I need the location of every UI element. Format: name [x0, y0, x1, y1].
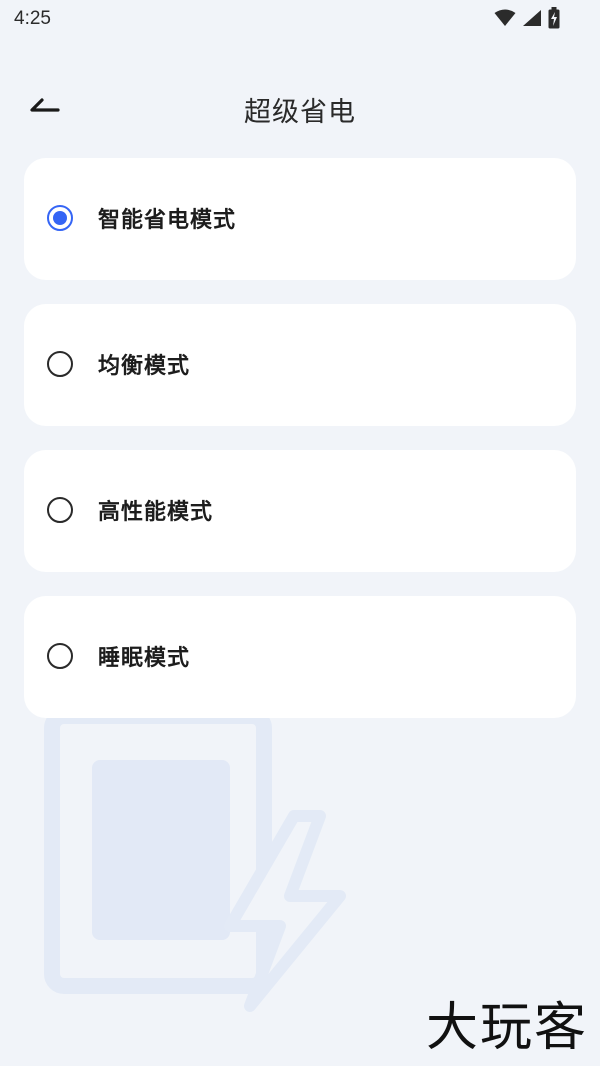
power-mode-options: 智能省电模式 均衡模式 高性能模式 睡眠模式	[24, 158, 576, 742]
battery-illustration	[44, 708, 364, 1016]
option-label: 智能省电模式	[98, 208, 237, 233]
status-bar: 4:25	[0, 0, 600, 44]
option-high-performance[interactable]: 高性能模式	[24, 450, 576, 572]
watermark: 大玩客	[425, 998, 588, 1058]
radio-unselected[interactable]	[47, 351, 73, 377]
signal-icon	[522, 9, 542, 31]
option-smart-power-saving[interactable]: 智能省电模式	[24, 158, 576, 280]
option-balanced[interactable]: 均衡模式	[24, 304, 576, 426]
status-time: 4:25	[14, 8, 51, 29]
radio-unselected[interactable]	[47, 497, 73, 523]
title-bar: 超级省电	[0, 78, 600, 136]
battery-charging-icon	[548, 7, 560, 33]
radio-unselected[interactable]	[47, 643, 73, 669]
radio-selected[interactable]	[47, 205, 73, 231]
option-sleep[interactable]: 睡眠模式	[24, 596, 576, 718]
option-label: 均衡模式	[98, 354, 191, 379]
status-icons	[494, 7, 560, 33]
option-label: 高性能模式	[98, 500, 214, 525]
wifi-icon	[494, 9, 516, 31]
page-title: 超级省电	[244, 97, 356, 128]
option-label: 睡眠模式	[98, 646, 191, 671]
